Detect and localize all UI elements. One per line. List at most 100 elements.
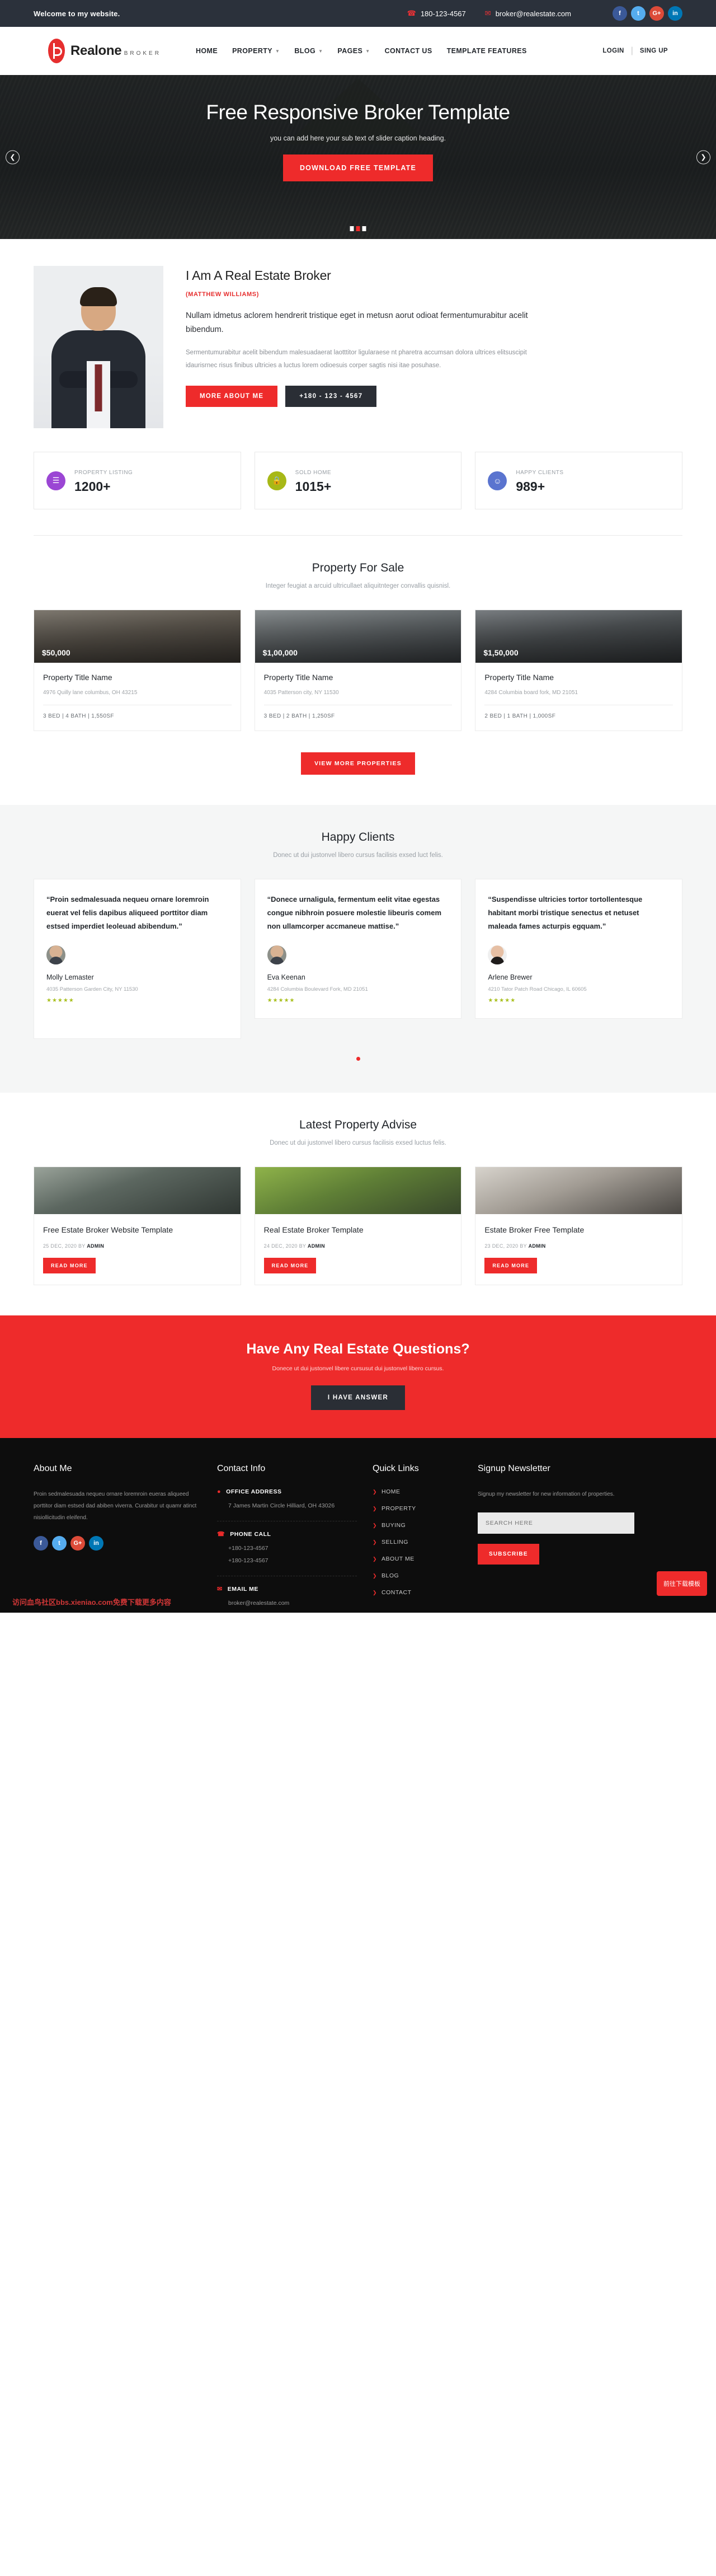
cta-section: Have Any Real Estate Questions? Donece u… <box>0 1315 716 1439</box>
twitter-icon[interactable]: t <box>631 6 646 21</box>
topbar-social-links: f t G+ in <box>613 6 682 21</box>
download-template-badge[interactable]: 前往下载模板 <box>657 1571 707 1596</box>
read-more-button[interactable]: READ MORE <box>263 1258 317 1274</box>
nav-label: TEMPLATE FEATURES <box>446 47 527 55</box>
nav-item-pages[interactable]: PAGES ▼ <box>337 47 370 55</box>
footer-address-label: OFFICE ADDRESS <box>226 1488 282 1496</box>
blog-meta: 23 DEC, 2020 BY ADMIN <box>484 1243 673 1249</box>
nav-item-property[interactable]: PROPERTY ▼ <box>232 47 280 55</box>
topbar-phone[interactable]: ☎ 180-123-4567 <box>407 9 466 18</box>
footer-link-blog[interactable]: ❯ BLOG <box>373 1572 462 1579</box>
stat-value: 1015+ <box>295 479 332 494</box>
slider-pagination[interactable] <box>350 226 366 231</box>
site-footer: About Me Proin sedmalesuada nequeu ornar… <box>0 1438 716 1613</box>
signup-link[interactable]: SING UP <box>640 48 668 54</box>
read-more-button[interactable]: READ MORE <box>484 1258 538 1274</box>
footer-email-value[interactable]: broker@realestate.com <box>228 1598 357 1609</box>
testimonial-address: 4210 Tator Patch Road Chicago, IL 60605 <box>488 986 587 993</box>
property-card[interactable]: $1,00,000 Property Title Name 4035 Patte… <box>254 610 462 731</box>
property-card[interactable]: $50,000 Property Title Name 4976 Quilly … <box>34 610 241 731</box>
phone-icon: ☎ <box>217 1531 225 1538</box>
logo[interactable]: Realone BROKER <box>48 39 161 63</box>
footer-phone-call: ☎ PHONE CALL +180-123-4567 +180-123-4567 <box>217 1530 357 1567</box>
main-navigation: HOME PROPERTY ▼ BLOG ▼ PAGES ▼ CONTACT US T… <box>196 47 527 55</box>
logo-subtitle: BROKER <box>124 50 161 57</box>
blog-card[interactable]: Free Estate Broker Website Template 25 D… <box>34 1167 241 1286</box>
google-plus-icon[interactable]: G+ <box>70 1536 85 1551</box>
section-subheading: Donec ut dui justonvel libero cursus fac… <box>270 1140 446 1147</box>
footer-heading-contact: Contact Info <box>217 1464 266 1474</box>
footer-phone-1[interactable]: +180-123-4567 <box>228 1543 357 1554</box>
footer-link-label: BLOG <box>381 1572 399 1580</box>
blog-card[interactable]: Estate Broker Free Template 23 DEC, 2020… <box>475 1167 683 1286</box>
stat-card-property-listing: ☰ PROPERTY LISTING 1200+ <box>34 452 241 509</box>
chevron-right-icon: ❯ <box>373 1488 378 1495</box>
footer-phone-2[interactable]: +180-123-4567 <box>228 1556 357 1567</box>
property-meta: 2 BED | 1 BATH | 1,000SF <box>484 713 556 719</box>
footer-link-about-me[interactable]: ❯ ABOUT ME <box>373 1556 462 1562</box>
footer-link-contact[interactable]: ❯ CONTACT <box>373 1589 462 1596</box>
envelope-icon: ✉ <box>217 1586 223 1593</box>
blog-card[interactable]: Real Estate Broker Template 24 DEC, 2020… <box>254 1167 462 1286</box>
testimonial-author: Eva Keenan <box>267 973 305 982</box>
logo-mark-icon <box>48 39 65 63</box>
more-about-me-button[interactable]: MORE ABOUT ME <box>186 385 278 407</box>
read-more-button[interactable]: READ MORE <box>43 1258 96 1274</box>
slider-dot[interactable] <box>362 226 366 231</box>
footer-link-label: HOME <box>381 1488 401 1496</box>
stat-card-sold-home: 🔒 SOLD HOME 1015+ <box>254 452 462 509</box>
nav-item-home[interactable]: HOME <box>196 47 218 55</box>
footer-link-buying[interactable]: ❯ BUYING <box>373 1522 462 1529</box>
chevron-left-icon[interactable]: ❮ <box>6 150 20 164</box>
linkedin-icon[interactable]: in <box>89 1536 103 1551</box>
blog-image <box>475 1167 682 1215</box>
testimonial-pagination[interactable] <box>34 1053 682 1064</box>
facebook-icon[interactable]: f <box>34 1536 48 1551</box>
property-card-list: $50,000 Property Title Name 4976 Quilly … <box>34 610 683 731</box>
slider-dot[interactable] <box>350 226 354 231</box>
blog-title: Real Estate Broker Template <box>263 1225 364 1235</box>
phone-button[interactable]: +180 - 123 - 4567 <box>285 385 377 407</box>
footer-email-me: ✉ EMAIL ME broker@realestate.com <box>217 1585 357 1609</box>
rating-stars: ★★★★★ <box>488 997 516 1004</box>
facebook-icon[interactable]: f <box>613 6 627 21</box>
property-title: Property Title Name <box>263 673 333 682</box>
property-image: $1,50,000 <box>475 610 682 663</box>
topbar-email[interactable]: ✉ broker@realestate.com <box>485 9 571 18</box>
chevron-right-icon: ❯ <box>373 1572 378 1579</box>
pagination-dot-active[interactable] <box>356 1057 360 1061</box>
property-card[interactable]: $1,50,000 Property Title Name 4284 Colum… <box>475 610 683 731</box>
intro-lead-text: Nullam idmetus aclorem hendrerit tristiq… <box>186 311 528 335</box>
topbar-contact-group: ☎ 180-123-4567 ✉ broker@realestate.com f… <box>407 6 682 21</box>
newsletter-search-input[interactable] <box>478 1512 634 1534</box>
footer-link-home[interactable]: ❯ HOME <box>373 1488 462 1495</box>
footer-heading-newsletter: Signup Newsletter <box>478 1464 550 1474</box>
blog-author: ADMIN <box>528 1243 546 1249</box>
nav-item-blog[interactable]: BLOG ▼ <box>294 47 323 55</box>
testimonial-address: 4035 Patterson Garden City, NY 11530 <box>46 986 138 993</box>
i-have-answer-button[interactable]: I HAVE ANSWER <box>310 1385 406 1411</box>
download-free-template-button[interactable]: DOWNLOAD FREE TEMPLATE <box>282 154 434 181</box>
property-meta: 3 BED | 4 BATH | 1,550SF <box>43 713 114 719</box>
twitter-icon[interactable]: t <box>52 1536 67 1551</box>
property-for-sale-section: Property For Sale Integer feugiat a arcu… <box>0 536 716 775</box>
google-plus-icon[interactable]: G+ <box>649 6 664 21</box>
stat-value: 989+ <box>516 479 545 494</box>
login-link[interactable]: LOGIN <box>602 48 624 54</box>
logo-name: Realone <box>70 43 122 58</box>
chevron-right-icon[interactable]: ❯ <box>696 150 710 164</box>
property-meta: 3 BED | 2 BATH | 1,250SF <box>263 713 335 719</box>
footer-link-property[interactable]: ❯ PROPERTY <box>373 1505 462 1512</box>
nav-item-contact-us[interactable]: CONTACT US <box>385 47 432 55</box>
chevron-right-icon: ❯ <box>373 1556 378 1562</box>
slider-dot-active[interactable] <box>356 226 360 231</box>
footer-link-selling[interactable]: ❯ SELLING <box>373 1539 462 1545</box>
footer-heading-quick-links: Quick Links <box>373 1464 419 1474</box>
view-more-properties-button[interactable]: VIEW MORE PROPERTIES <box>301 752 415 775</box>
property-price: $50,000 <box>42 648 70 657</box>
broker-intro-section: I Am A Real Estate Broker (MATTHEW WILLI… <box>0 239 716 536</box>
nav-item-template-features[interactable]: TEMPLATE FEATURES <box>447 47 527 55</box>
linkedin-icon[interactable]: in <box>668 6 682 21</box>
subscribe-button[interactable]: SUBSCRIBE <box>478 1544 539 1565</box>
blog-card-list: Free Estate Broker Website Template 25 D… <box>34 1167 683 1286</box>
